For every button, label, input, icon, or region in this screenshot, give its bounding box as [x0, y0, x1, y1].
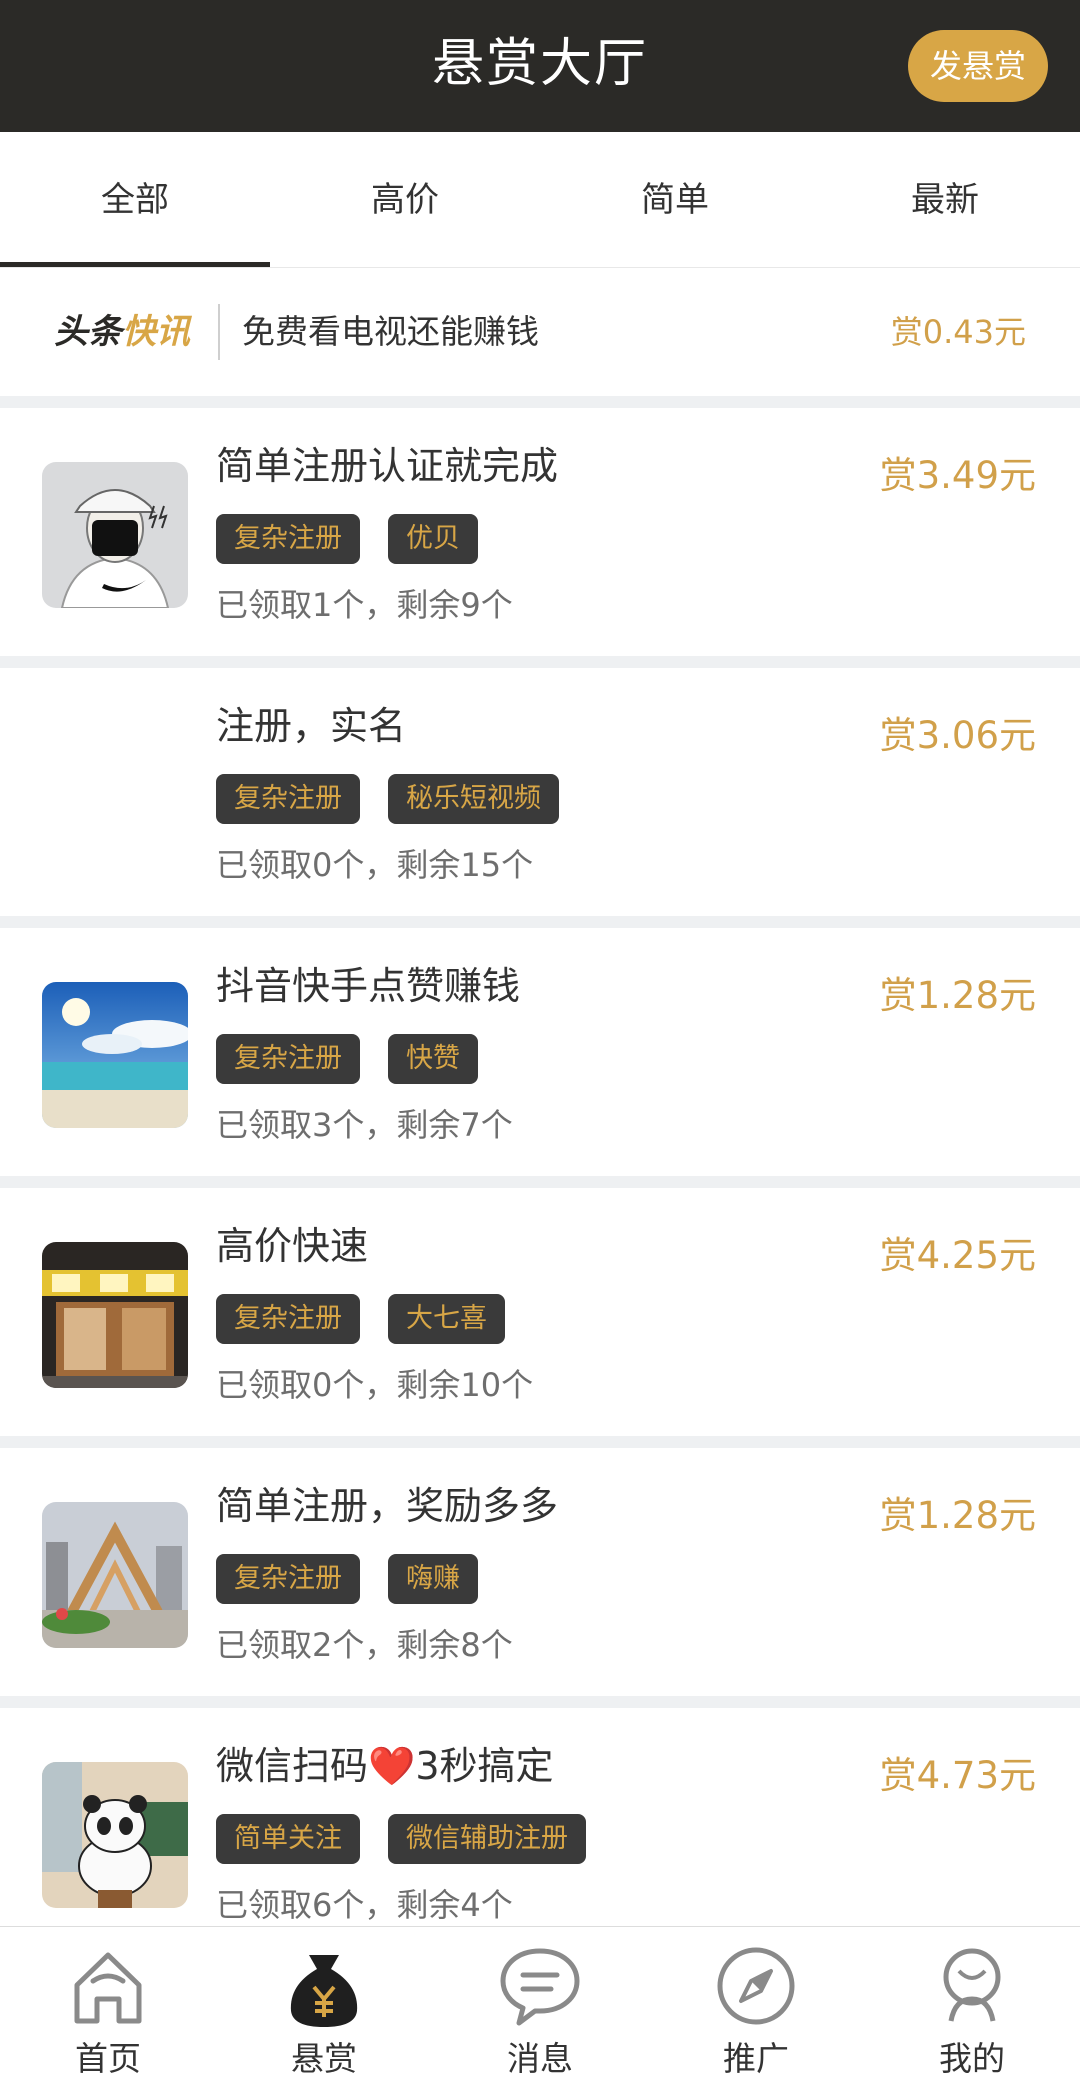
nav-home[interactable]: 首页 — [0, 1927, 216, 2088]
task-card[interactable]: 抖音快手点赞赚钱 赏1.28元 复杂注册 快赞 已领取3个，剩余7个 — [0, 928, 1080, 1176]
task-tags: 复杂注册 秘乐短视频 — [216, 774, 587, 824]
nav-mine-label: 我的 — [939, 2039, 1005, 2078]
message-icon — [500, 1948, 580, 2026]
tab-all[interactable]: 全部 — [0, 132, 270, 267]
task-progress: 已领取2个，剩余8个 — [216, 1626, 513, 1664]
task-card[interactable]: 高价快速 赏4.25元 复杂注册 大七喜 已领取0个，剩余10个 — [0, 1188, 1080, 1436]
nav-bounty[interactable]: 悬赏 — [216, 1927, 432, 2088]
task-progress: 已领取0个，剩余10个 — [216, 1366, 534, 1404]
task-tags: 复杂注册 大七喜 — [216, 1294, 533, 1344]
nav-bounty-label: 悬赏 — [291, 2039, 357, 2078]
ticker-divider — [218, 304, 220, 360]
task-reward: 赏3.49元 — [879, 454, 1036, 497]
ticker-text: 免费看电视还能赚钱 — [242, 312, 539, 351]
ticker-logo-part1: 头条 — [54, 312, 122, 352]
news-ticker[interactable]: 头条快讯 免费看电视还能赚钱 赏0.43元 — [0, 268, 1080, 396]
task-tag-type: 简单关注 — [216, 1814, 360, 1864]
task-thumbnail-panda — [42, 1762, 188, 1908]
compass-icon — [717, 1947, 795, 2025]
task-tag-app: 优贝 — [388, 514, 478, 564]
task-reward: 赏4.73元 — [879, 1754, 1036, 1797]
task-card[interactable]: 注册，实名 赏3.06元 复杂注册 秘乐短视频 已领取0个，剩余15个 — [0, 668, 1080, 916]
task-tag-type: 复杂注册 — [216, 1554, 360, 1604]
home-icon — [74, 1952, 142, 2024]
task-reward: 赏3.06元 — [879, 714, 1036, 757]
task-tag-app: 微信辅助注册 — [388, 1814, 586, 1864]
nav-promote[interactable]: 推广 — [648, 1927, 864, 2088]
task-tag-type: 复杂注册 — [216, 514, 360, 564]
task-progress: 已领取1个，剩余9个 — [216, 586, 513, 624]
task-progress: 已领取6个，剩余4个 — [216, 1886, 513, 1924]
task-thumbnail-shopfront — [42, 1242, 188, 1388]
task-list: 简单注册认证就完成 赏3.49元 复杂注册 优贝 已领取1个，剩余9个 注册，实… — [0, 408, 1080, 1968]
task-progress: 已领取3个，剩余7个 — [216, 1106, 513, 1144]
nav-messages[interactable]: 消息 — [432, 1927, 648, 2088]
nav-home-label: 首页 — [75, 2039, 141, 2078]
ticker-logo-part2: 快讯 — [122, 312, 190, 352]
task-card[interactable]: 微信扫码❤️3秒搞定 赏4.73元 简单关注 微信辅助注册 已领取6个，剩余4个 — [0, 1708, 1080, 1956]
post-bounty-button[interactable]: 发悬赏 — [908, 30, 1048, 102]
task-tags: 复杂注册 嗨赚 — [216, 1554, 506, 1604]
top-header: 悬赏大厅 发悬赏 — [0, 0, 1080, 132]
nav-promote-label: 推广 — [723, 2039, 789, 2078]
task-title: 注册，实名 — [216, 704, 407, 748]
nav-messages-label: 消息 — [507, 2039, 573, 2078]
task-reward: 赏1.28元 — [879, 974, 1036, 1017]
task-title: 简单注册，奖励多多 — [216, 1484, 559, 1528]
task-thumbnail-avatar — [42, 462, 188, 608]
task-tag-app: 秘乐短视频 — [388, 774, 559, 824]
task-reward: 赏1.28元 — [879, 1494, 1036, 1537]
task-card[interactable]: 简单注册，奖励多多 赏1.28元 复杂注册 嗨赚 已领取2个，剩余8个 — [0, 1448, 1080, 1696]
task-card[interactable]: 简单注册认证就完成 赏3.49元 复杂注册 优贝 已领取1个，剩余9个 — [0, 408, 1080, 656]
task-reward: 赏4.25元 — [879, 1234, 1036, 1277]
task-title: 抖音快手点赞赚钱 — [216, 964, 521, 1008]
task-thumbnail-beach — [42, 982, 188, 1128]
task-tag-app: 快赞 — [388, 1034, 478, 1084]
task-progress: 已领取0个，剩余15个 — [216, 846, 534, 884]
ticker-reward: 赏0.43元 — [890, 313, 1026, 351]
task-title: 微信扫码❤️3秒搞定 — [216, 1744, 554, 1788]
task-tag-type: 复杂注册 — [216, 1034, 360, 1084]
nav-mine[interactable]: 我的 — [864, 1927, 1080, 2088]
tab-high-price[interactable]: 高价 — [270, 132, 540, 267]
tab-simple[interactable]: 简单 — [540, 132, 810, 267]
user-icon — [943, 1948, 1001, 2022]
filter-tabs: 全部 高价 简单 最新 — [0, 132, 1080, 268]
money-bag-icon — [290, 1955, 358, 2027]
bottom-nav: 首页 悬赏 消息 推广 我的 — [0, 1926, 1080, 2088]
task-tags: 复杂注册 优贝 — [216, 514, 506, 564]
task-title: 简单注册认证就完成 — [216, 444, 559, 488]
task-tag-type: 复杂注册 — [216, 774, 360, 824]
task-tag-type: 复杂注册 — [216, 1294, 360, 1344]
task-tag-app: 嗨赚 — [388, 1554, 478, 1604]
task-title: 高价快速 — [216, 1224, 369, 1268]
task-tags: 复杂注册 快赞 — [216, 1034, 506, 1084]
ticker-logo: 头条快讯 — [54, 308, 190, 356]
task-thumbnail-plaza — [42, 1502, 188, 1648]
task-tags: 简单关注 微信辅助注册 — [216, 1814, 614, 1864]
task-tag-app: 大七喜 — [388, 1294, 505, 1344]
tab-latest[interactable]: 最新 — [810, 132, 1080, 267]
